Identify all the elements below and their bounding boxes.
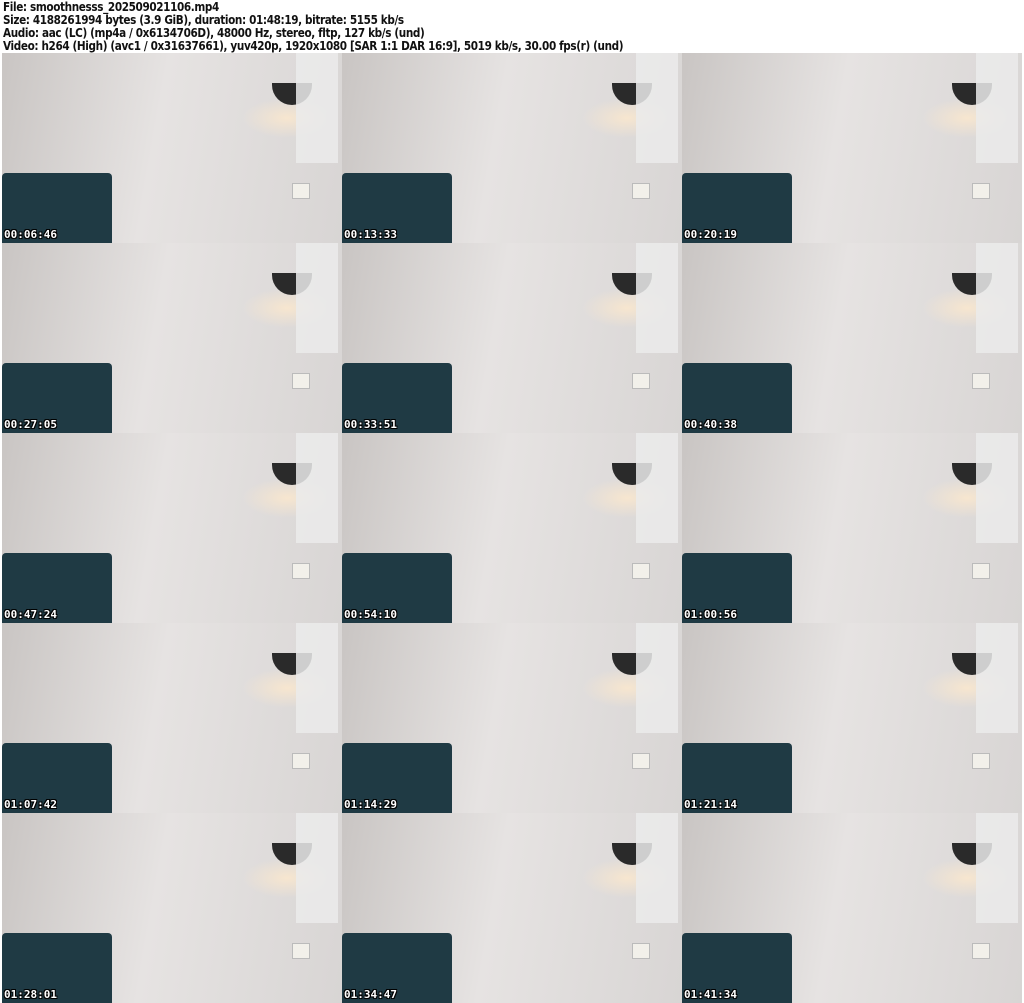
thumbnail-grid: 00:06:46 00:13:33 00:20:19 00:27:05 00:33:51… [2, 53, 1022, 1003]
overlay-panel [296, 53, 338, 163]
video-thumbnail: 00:47:24 [2, 433, 342, 623]
thumbnail-timestamp: 00:27:05 [4, 418, 57, 431]
thumbnail-timestamp: 00:47:24 [4, 608, 57, 621]
thumbnail-timestamp: 00:54:10 [344, 608, 397, 621]
overlay-panel [976, 623, 1018, 733]
video-thumbnail: 01:21:14 [682, 623, 1022, 813]
video-info: Video: h264 (High) (avc1 / 0x31637661), … [3, 38, 624, 53]
light-switch [292, 753, 310, 769]
overlay-panel [296, 433, 338, 543]
thumbnail-timestamp: 01:14:29 [344, 798, 397, 811]
light-switch [632, 373, 650, 389]
light-switch [632, 183, 650, 199]
video-thumbnail: 00:40:38 [682, 243, 1022, 433]
file-info-header: File: smoothnesss_202509021106.mp4 Size:… [3, 0, 624, 53]
thumbnail-timestamp: 00:33:51 [344, 418, 397, 431]
video-thumbnail: 01:00:56 [682, 433, 1022, 623]
thumbnail-timestamp: 01:21:14 [684, 798, 737, 811]
overlay-panel [296, 623, 338, 733]
video-thumbnail: 00:54:10 [342, 433, 682, 623]
light-switch [632, 563, 650, 579]
overlay-panel [976, 433, 1018, 543]
thumbnail-timestamp: 00:06:46 [4, 228, 57, 241]
overlay-panel [296, 813, 338, 923]
overlay-panel [976, 53, 1018, 163]
video-thumbnail: 01:41:34 [682, 813, 1022, 1003]
overlay-panel [636, 53, 678, 163]
video-thumbnail: 00:33:51 [342, 243, 682, 433]
overlay-panel [976, 813, 1018, 923]
video-thumbnail: 00:06:46 [2, 53, 342, 243]
light-switch [632, 943, 650, 959]
light-switch [292, 183, 310, 199]
light-switch [292, 373, 310, 389]
light-switch [972, 183, 990, 199]
overlay-panel [636, 623, 678, 733]
video-thumbnail: 01:14:29 [342, 623, 682, 813]
video-thumbnail: 01:07:42 [2, 623, 342, 813]
overlay-panel [976, 243, 1018, 353]
light-switch [972, 373, 990, 389]
overlay-panel [636, 243, 678, 353]
thumbnail-timestamp: 00:13:33 [344, 228, 397, 241]
overlay-panel [636, 433, 678, 543]
thumbnail-timestamp: 01:28:01 [4, 988, 57, 1001]
thumbnail-timestamp: 00:40:38 [684, 418, 737, 431]
video-thumbnail: 01:28:01 [2, 813, 342, 1003]
overlay-panel [296, 243, 338, 353]
thumbnail-timestamp: 01:00:56 [684, 608, 737, 621]
thumbnail-timestamp: 01:07:42 [4, 798, 57, 811]
thumbnail-timestamp: 01:41:34 [684, 988, 737, 1001]
video-thumbnail: 00:20:19 [682, 53, 1022, 243]
thumbnail-timestamp: 01:34:47 [344, 988, 397, 1001]
light-switch [972, 943, 990, 959]
video-thumbnail: 00:13:33 [342, 53, 682, 243]
light-switch [972, 753, 990, 769]
overlay-panel [636, 813, 678, 923]
light-switch [292, 563, 310, 579]
video-thumbnail: 01:34:47 [342, 813, 682, 1003]
video-thumbnail: 00:27:05 [2, 243, 342, 433]
thumbnail-timestamp: 00:20:19 [684, 228, 737, 241]
light-switch [632, 753, 650, 769]
light-switch [292, 943, 310, 959]
light-switch [972, 563, 990, 579]
